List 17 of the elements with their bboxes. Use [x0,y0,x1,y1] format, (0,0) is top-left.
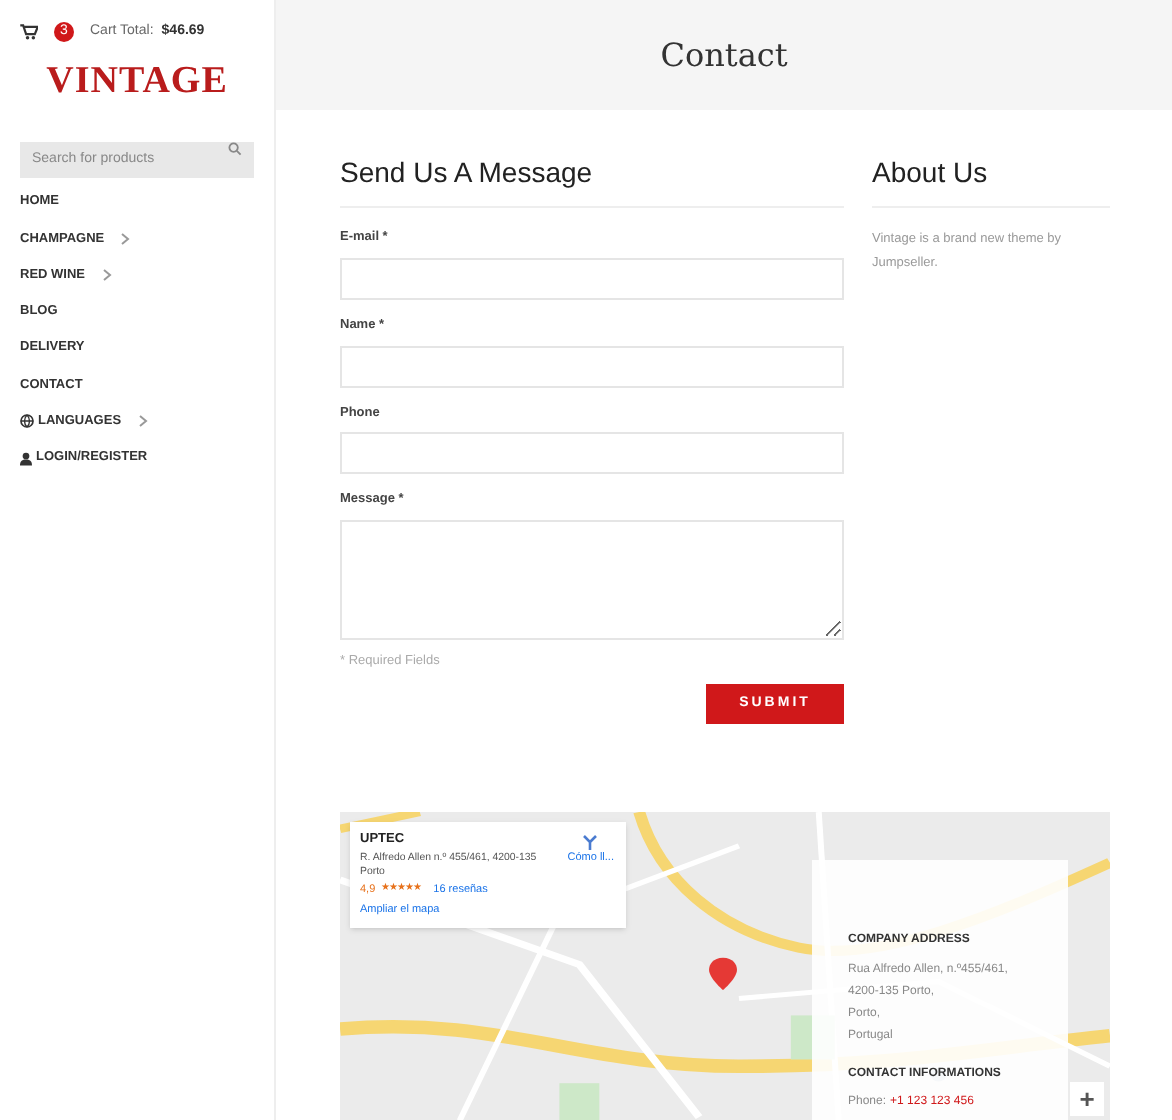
page-title: Contact [660,33,788,77]
message-field[interactable] [340,520,844,640]
directions-icon[interactable] [582,831,599,850]
search-icon[interactable] [228,141,242,155]
user-icon [20,451,32,466]
input-field[interactable] [340,345,844,387]
zoom-in-button[interactable]: + [1070,1082,1104,1116]
input-field[interactable] [340,432,844,475]
input-field[interactable] [340,257,844,300]
cart-icon[interactable] [20,24,38,40]
logo[interactable]: VINTAGE [46,62,228,100]
chevron-icon [101,268,111,283]
form-heading: Send Us A Message [340,154,595,190]
chevron-icon [137,414,148,429]
globe-icon [20,414,34,429]
about-heading: About Us [872,154,990,190]
chevron-icon [120,231,131,246]
